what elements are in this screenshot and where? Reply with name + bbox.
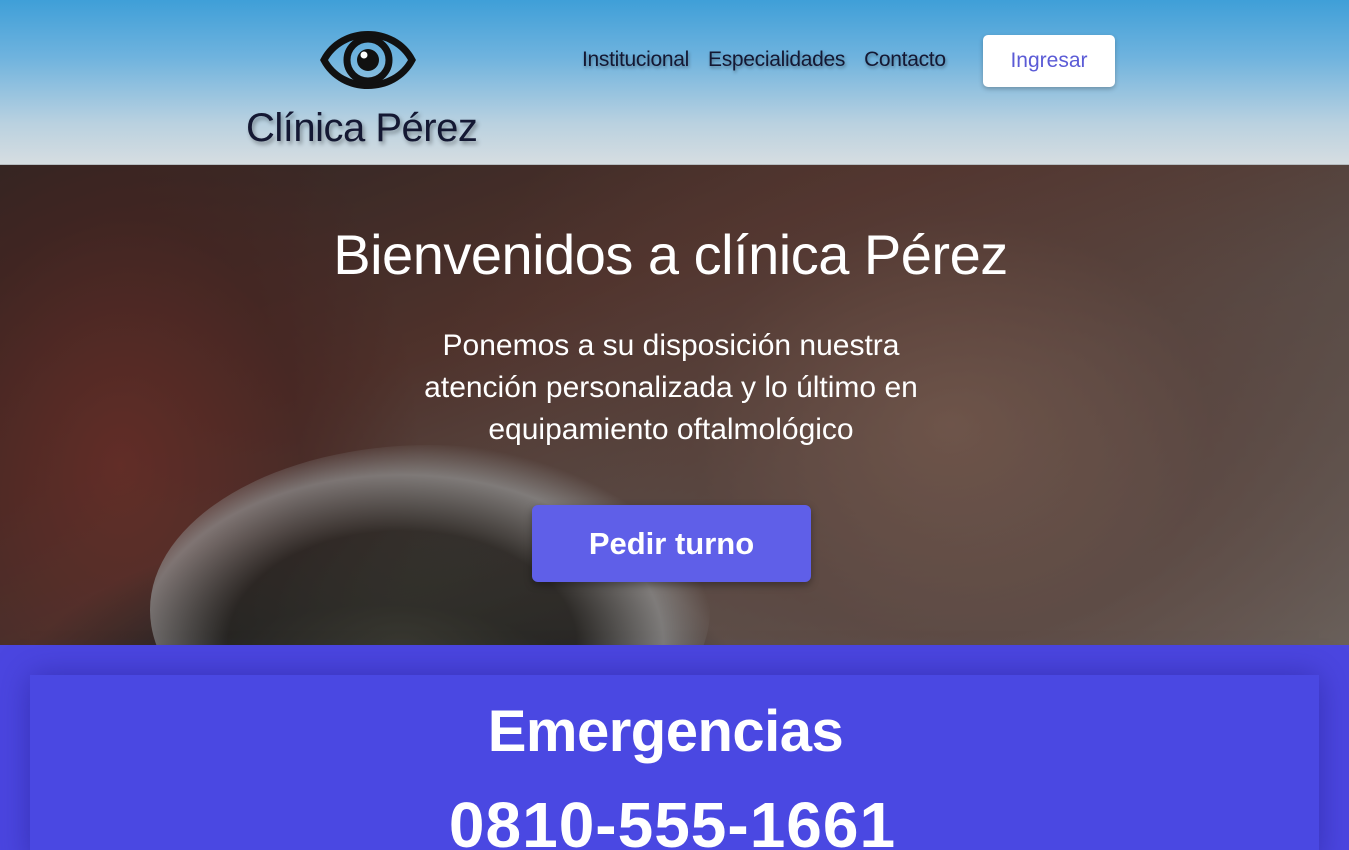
nav-item-contacto[interactable]: Contacto xyxy=(864,48,946,72)
emergency-title: Emergencias xyxy=(487,699,844,764)
book-appointment-button[interactable]: Pedir turno xyxy=(532,505,811,582)
brand-name: Clínica Pérez xyxy=(246,106,478,150)
brand-logo[interactable]: Clínica Pérez xyxy=(246,14,496,154)
nav-item-institucional[interactable]: Institucional xyxy=(582,48,689,72)
login-button[interactable]: Ingresar xyxy=(983,35,1115,87)
emergency-phone[interactable]: 0810-555-1661 xyxy=(0,788,1345,850)
main-nav: Institucional Especialidades Contacto xyxy=(582,48,946,72)
site-header: Clínica Pérez Institucional Especialidad… xyxy=(0,0,1349,165)
hero-subtitle: Ponemos a su disposición nuestra atenció… xyxy=(424,329,918,446)
nav-item-especialidades[interactable]: Especialidades xyxy=(708,48,845,72)
hero-title: Bienvenidos a clínica Pérez xyxy=(333,223,1008,286)
eye-icon xyxy=(320,31,416,89)
